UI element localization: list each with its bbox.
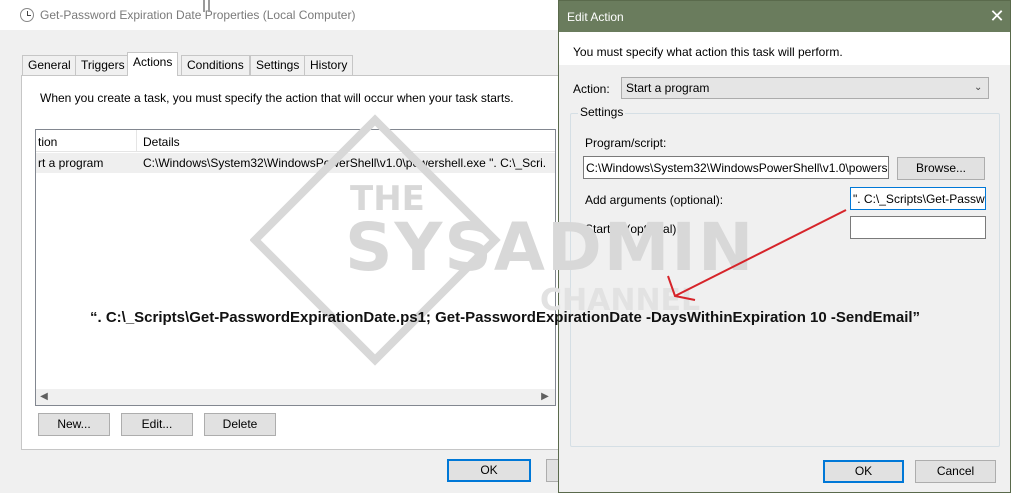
program-script-label: Program/script:	[585, 136, 667, 150]
properties-ok-button[interactable]: OK	[447, 459, 531, 482]
list-header: tion Details	[36, 130, 555, 152]
add-arguments-input[interactable]: ". C:\_Scripts\Get-Passwo	[850, 187, 986, 210]
tab-conditions[interactable]: Conditions	[181, 55, 250, 75]
list-item[interactable]: rt a program C:\Windows\System32\Windows…	[36, 153, 555, 173]
instruction-text: You must specify what action this task w…	[573, 45, 843, 59]
action-label: Action:	[573, 82, 610, 96]
edit-action-titlebar: Edit Action ✕	[559, 1, 1010, 32]
clock-icon	[20, 8, 34, 22]
actions-description: When you create a task, you must specify…	[40, 91, 514, 105]
close-icon[interactable]: ✕	[986, 5, 1008, 27]
task-properties-window: Get-Password Expiration Date Properties …	[0, 0, 566, 493]
start-in-label: Start in (optional):	[585, 222, 680, 236]
tab-triggers[interactable]: Triggers	[75, 55, 131, 75]
delete-button[interactable]: Delete	[204, 413, 276, 436]
program-script-value: C:\Windows\System32\WindowsPowerShell\v1…	[586, 161, 888, 175]
action-select[interactable]: Start a program ⌄	[621, 77, 989, 99]
edit-action-title: Edit Action	[567, 10, 624, 24]
horizontal-scrollbar[interactable]: ◀ ▶	[36, 389, 555, 405]
settings-group-label: Settings	[578, 105, 626, 119]
program-script-input[interactable]: C:\Windows\System32\WindowsPowerShell\v1…	[583, 156, 889, 179]
edit-button[interactable]: Edit...	[121, 413, 193, 436]
tab-settings[interactable]: Settings	[250, 55, 306, 75]
tab-general[interactable]: General	[22, 55, 77, 75]
start-in-input[interactable]	[850, 216, 986, 239]
properties-titlebar: Get-Password Expiration Date Properties …	[0, 0, 560, 30]
annotation-text: “. C:\_Scripts\Get-PasswordExpirationDat…	[90, 309, 921, 326]
ok-button[interactable]: OK	[823, 460, 904, 483]
arrow-right-icon[interactable]: ▶	[539, 390, 551, 404]
resize-grip	[203, 0, 213, 12]
add-arguments-label: Add arguments (optional):	[585, 193, 724, 207]
browse-button[interactable]: Browse...	[897, 157, 985, 180]
cancel-button[interactable]: Cancel	[915, 460, 996, 483]
chevron-down-icon[interactable]: ⌄	[974, 79, 986, 97]
tab-actions[interactable]: Actions	[127, 52, 179, 76]
tab-history[interactable]: History	[304, 55, 354, 75]
list-item-action: rt a program	[38, 156, 104, 170]
action-select-value: Start a program	[626, 81, 710, 95]
add-arguments-value: ". C:\_Scripts\Get-Passwo	[853, 192, 986, 206]
column-divider[interactable]	[136, 130, 137, 152]
arrow-left-icon[interactable]: ◀	[38, 390, 50, 404]
new-button[interactable]: New...	[38, 413, 110, 436]
actions-list[interactable]: tion Details rt a program C:\Windows\Sys…	[35, 129, 556, 406]
instruction-area: You must specify what action this task w…	[559, 32, 1010, 65]
column-header-action[interactable]: tion	[36, 135, 136, 151]
list-item-details: C:\Windows\System32\WindowsPowerShell\v1…	[143, 156, 547, 170]
properties-title: Get-Password Expiration Date Properties …	[40, 8, 356, 22]
edit-action-dialog: Edit Action ✕ You must specify what acti…	[558, 0, 1011, 493]
column-header-details[interactable]: Details	[143, 135, 180, 149]
